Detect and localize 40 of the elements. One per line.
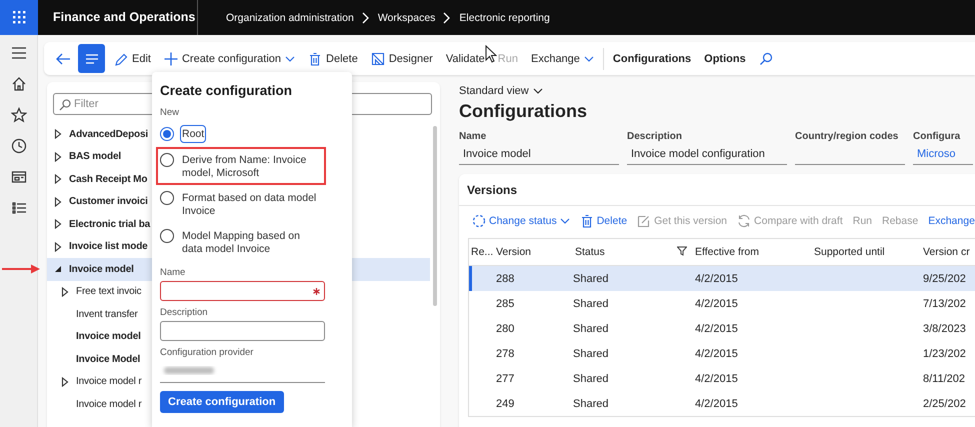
table-cell-text: Shared (572, 372, 610, 384)
table-cell-text: Shared (572, 298, 610, 310)
field-label: Description (160, 307, 208, 318)
table-cell-text: 3/8/2023 (922, 322, 967, 334)
option-label: Root (182, 127, 204, 140)
table-cell-text: 285 (495, 298, 516, 310)
table-cell-text: 249 (495, 398, 516, 410)
popup-title: Create configuration (160, 83, 292, 98)
app-title: Finance and Operations (38, 0, 198, 35)
table-cell-text: 4/2/2015 (694, 298, 739, 310)
table-cell-text: 7/13/202 (922, 298, 967, 310)
field-label: Configura (913, 131, 962, 142)
table-cell-text: 1/23/202 (922, 348, 967, 360)
field-label: Name (160, 267, 186, 278)
table-cell-text: 9/25/202 (922, 272, 967, 284)
table-cell-text: 2/25/202 (922, 398, 967, 410)
field-label: Country/region codes (795, 131, 900, 142)
table-cell-text: 278 (495, 348, 516, 360)
table-cell-text: 4/2/2015 (694, 322, 739, 334)
option-label: Format based on data model Invoice (182, 191, 318, 217)
option-label: Derive from Name: Invoice model, Microsoft (182, 153, 308, 179)
table-cell-text: Shared (572, 272, 610, 284)
table-cell-text: 280 (495, 322, 516, 334)
section-title: Versions (459, 183, 975, 206)
field-label: Name (459, 131, 488, 142)
table-cell-text: Shared (572, 348, 610, 360)
table-cell-text: Shared (572, 322, 610, 334)
table-cell-text: 4/2/2015 (694, 398, 739, 410)
table-cell-text: 4/2/2015 (694, 272, 739, 284)
option-label: Model Mapping based on data model Invoice (182, 229, 301, 255)
section-label: New (160, 107, 180, 118)
table-cell-text: 277 (495, 372, 516, 384)
table-cell-text: 4/2/2015 (694, 348, 739, 360)
table-cell-text: 4/2/2015 (694, 372, 739, 384)
table-cell-text: 8/11/202 (922, 372, 966, 384)
page-title: Configurations (459, 101, 587, 122)
field-label: Configuration provider (160, 347, 254, 358)
field-label: Description (627, 131, 684, 142)
table-cell-text: 288 (495, 272, 516, 284)
table-cell-text: Shared (572, 398, 610, 410)
